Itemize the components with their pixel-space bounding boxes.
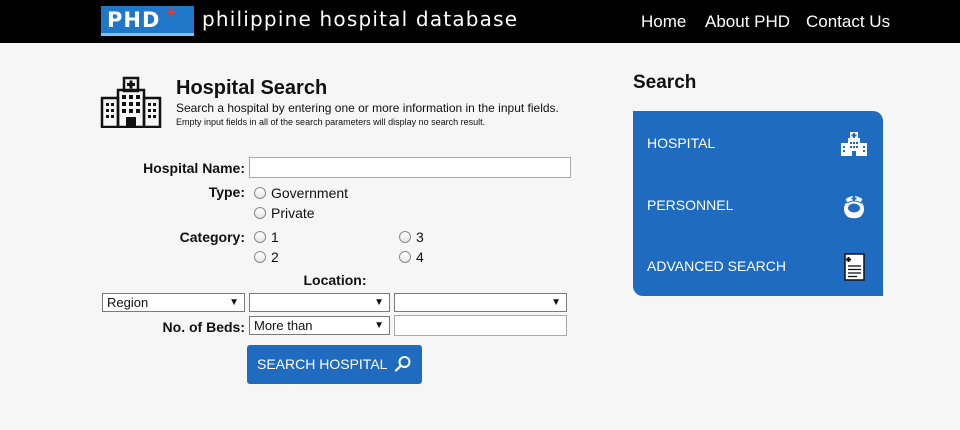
beds-select-value: More than [254,318,313,333]
hospital-building-icon [100,76,162,128]
hospital-name-input[interactable] [249,157,571,178]
search-sidebar: HOSPITAL PERSONNEL ADVANCED SEARCH [633,111,883,296]
radio-button[interactable] [399,231,411,243]
radio-label: 4 [416,249,424,265]
radio-label: 1 [271,229,279,245]
document-icon [844,253,865,281]
region-select-value: Region [107,295,149,310]
type-government-radio[interactable]: Government [254,184,348,202]
category-2-radio[interactable]: 2 [254,248,279,266]
province-select[interactable]: ▼ [249,293,390,312]
dropdown-arrow-icon: ▼ [374,297,384,308]
search-instructions: Search a hospital by entering one or mor… [176,101,559,115]
beds-count-input[interactable] [394,315,567,336]
category-1-radio[interactable]: 1 [254,228,279,246]
sidebar-item-advanced-search[interactable]: ADVANCED SEARCH [633,236,883,296]
radio-label: 3 [416,229,424,245]
category-3-radio[interactable]: 3 [399,228,424,246]
nav-contact-link[interactable]: Contact Us [806,12,890,32]
logo-text: PHD [107,8,161,32]
category-label: Category: [179,229,245,245]
hospital-name-label: Hospital Name: [143,160,245,176]
sidebar-item-hospital[interactable]: HOSPITAL [633,113,883,173]
beds-comparison-select[interactable]: More than ▼ [249,316,390,335]
search-hospital-button[interactable]: SEARCH HOSPITAL [247,345,422,384]
type-label: Type: [208,184,245,200]
category-4-radio[interactable]: 4 [399,248,424,266]
sidebar-item-label: PERSONNEL [647,197,734,213]
search-button-label: SEARCH HOSPITAL [257,356,388,372]
top-navbar: PHD + philippine hospital database Home … [0,0,960,43]
region-select[interactable]: Region ▼ [102,293,245,312]
site-title: philippine hospital database [202,7,519,31]
radio-button[interactable] [254,231,266,243]
radio-label: 2 [271,249,279,265]
radio-button[interactable] [399,251,411,263]
hospital-icon [841,132,867,156]
location-label: Location: [303,272,367,288]
phd-logo[interactable]: PHD + [101,2,194,36]
page-title: Hospital Search [176,77,328,99]
sidebar-item-label: ADVANCED SEARCH [647,258,786,274]
dropdown-arrow-icon: ▼ [374,320,384,331]
search-note: Empty input fields in all of the search … [176,117,486,127]
dropdown-arrow-icon: ▼ [229,297,239,308]
sidebar-item-label: HOSPITAL [647,135,716,151]
nav-home-link[interactable]: Home [641,12,686,32]
logo-plus-icon: + [166,2,177,22]
city-select[interactable]: ▼ [394,293,567,312]
nav-about-link[interactable]: About PHD [705,12,790,32]
beds-label: No. of Beds: [162,319,245,335]
sidebar-item-personnel[interactable]: PERSONNEL [633,175,883,235]
dropdown-arrow-icon: ▼ [551,297,561,308]
radio-button[interactable] [254,207,266,219]
search-icon [394,356,411,372]
radio-label: Private [271,205,315,221]
nurse-icon [844,195,864,220]
type-private-radio[interactable]: Private [254,204,315,222]
radio-button[interactable] [254,187,266,199]
radio-label: Government [271,185,349,201]
sidebar-title: Search [633,72,697,93]
radio-button[interactable] [254,251,266,263]
